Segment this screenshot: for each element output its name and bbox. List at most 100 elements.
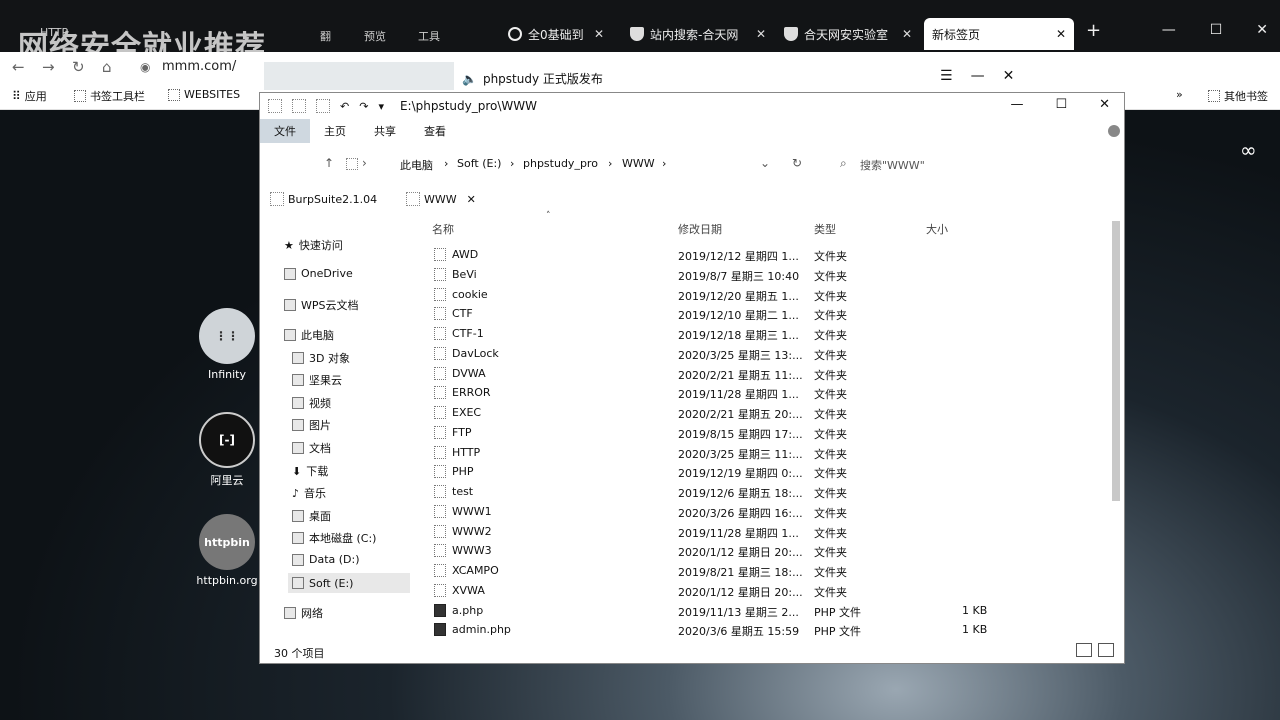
nav-drive-d[interactable]: Data (D:) [292, 553, 360, 566]
bookmark-folder[interactable]: 书签工具栏 [74, 88, 145, 104]
reload-icon[interactable]: ↻ [72, 58, 85, 76]
chevron-down-icon[interactable]: ⌄ [760, 156, 770, 170]
file-row[interactable]: EXEC 2020/2/21 星期五 20:... 文件夹 [430, 403, 1110, 423]
close-icon[interactable]: ✕ [467, 193, 476, 206]
browser-tab-active[interactable]: 新标签页 ✕ [924, 18, 1074, 50]
file-row[interactable]: BeVi 2019/8/7 星期三 10:40 文件夹 [430, 265, 1110, 285]
file-row[interactable]: WWW2 2019/11/28 星期四 1... 文件夹 [430, 522, 1110, 542]
nav-music[interactable]: ♪ 音乐 [292, 485, 326, 501]
file-row[interactable]: FTP 2019/8/15 星期四 17:... 文件夹 [430, 423, 1110, 443]
file-row[interactable]: WWW1 2020/3/26 星期四 16:... 文件夹 [430, 502, 1110, 522]
nav-wps-cloud[interactable]: WPS云文档 [284, 297, 359, 313]
close-icon[interactable]: ✕ [594, 27, 604, 41]
nav-quick-access[interactable]: ★ 快速访问 [284, 237, 343, 253]
file-row[interactable]: WWW3 2020/1/12 星期日 20:... 文件夹 [430, 541, 1110, 561]
nav-this-pc[interactable]: 此电脑 [284, 327, 334, 343]
tab-view[interactable]: 查看 [410, 119, 460, 143]
nav-drive-e[interactable]: Soft (E:) [288, 573, 410, 593]
nav-drive-c[interactable]: 本地磁盘 (C:) [292, 530, 376, 546]
file-row[interactable]: XVWA 2020/1/12 星期日 20:... 文件夹 [430, 581, 1110, 601]
shortcut-httpbin[interactable]: httpbin httpbin.org [192, 514, 262, 587]
back-arrow-icon[interactable]: ← [12, 58, 25, 76]
help-icon[interactable] [1108, 125, 1120, 137]
nav-3d-objects[interactable]: 3D 对象 [292, 350, 350, 366]
bookmark-apps[interactable]: ⠿ 应用 [12, 88, 47, 104]
nav-network[interactable]: 网络 [284, 605, 323, 621]
close-icon[interactable]: ✕ [756, 27, 766, 41]
browser-tab[interactable]: 合天网安实验室 ✕ [776, 18, 920, 50]
browser-tab[interactable]: 站内搜索-合天网 ✕ [622, 18, 774, 50]
nav-jianguoyun[interactable]: 坚果云 [292, 372, 342, 388]
file-row[interactable]: DVWA 2020/2/21 星期五 11:... 文件夹 [430, 364, 1110, 384]
new-tab-button[interactable]: + [1086, 20, 1101, 41]
maximize-icon[interactable]: ☐ [1210, 22, 1223, 38]
scrollbar[interactable] [1112, 221, 1120, 501]
close-icon[interactable]: ✕ [1099, 97, 1110, 112]
tab-home[interactable]: 主页 [310, 119, 360, 143]
other-bookmarks[interactable]: 其他书签 [1208, 88, 1268, 104]
undo-icon[interactable]: ↶ [340, 100, 349, 113]
home-icon[interactable]: ⌂ [102, 58, 112, 76]
nav-onedrive[interactable]: OneDrive [284, 267, 353, 280]
chevron-down-icon[interactable]: ▾ [378, 100, 384, 113]
close-icon[interactable]: ✕ [1056, 27, 1066, 41]
breadcrumb-item[interactable]: 此电脑 [400, 157, 433, 173]
close-icon[interactable]: ✕ [1256, 22, 1268, 38]
large-icons-view-icon[interactable] [1098, 643, 1114, 657]
file-row[interactable]: AWD 2019/12/12 星期四 1... 文件夹 [430, 245, 1110, 265]
breadcrumb-item[interactable]: WWW [622, 157, 655, 170]
nav-pictures[interactable]: 图片 [292, 417, 331, 433]
minimize-icon[interactable]: — [971, 68, 985, 84]
column-type[interactable]: 类型 [814, 221, 836, 237]
chevron-right-icon[interactable]: » [1176, 88, 1183, 101]
quick-tab[interactable]: BurpSuite2.1.04 [270, 192, 377, 206]
file-row[interactable]: DavLock 2020/3/25 星期三 13:... 文件夹 [430, 344, 1110, 364]
column-date[interactable]: 修改日期 [678, 221, 722, 237]
column-size[interactable]: 大小 [926, 221, 948, 237]
file-row[interactable]: test 2019/12/6 星期五 18:... 文件夹 [430, 482, 1110, 502]
tab-file[interactable]: 文件 [260, 119, 310, 143]
address-bar[interactable]: mmm.com/ [162, 59, 236, 74]
nav-documents[interactable]: 文档 [292, 440, 331, 456]
nav-downloads[interactable]: ⬇ 下载 [292, 463, 328, 479]
file-row[interactable]: CTF 2019/12/10 星期二 1... 文件夹 [430, 304, 1110, 324]
site-info-icon[interactable]: ◉ [140, 60, 150, 74]
checkbox-icon[interactable] [292, 99, 306, 113]
bookmark-folder[interactable]: WEBSITES [168, 88, 240, 101]
search-input[interactable]: 搜索"WWW" [860, 157, 925, 173]
notice-bar[interactable]: 🔈 phpstudy 正式版发布 [462, 70, 603, 87]
minimize-icon[interactable]: — [1162, 22, 1176, 38]
file-row[interactable]: PHP 2019/12/19 星期四 0:... 文件夹 [430, 462, 1110, 482]
file-row[interactable]: ERROR 2019/11/28 星期四 1... 文件夹 [430, 383, 1110, 403]
browser-tab[interactable]: 全0基础到 ✕ [500, 18, 612, 50]
up-arrow-icon[interactable]: ↑ [324, 156, 334, 170]
file-row[interactable]: HTTP 2020/3/25 星期三 11:... 文件夹 [430, 443, 1110, 463]
file-row[interactable]: XCAMPO 2019/8/21 星期三 18:... 文件夹 [430, 561, 1110, 581]
redo-icon[interactable]: ↷ [359, 100, 368, 113]
column-name[interactable]: 名称 [432, 221, 454, 237]
breadcrumb-item[interactable]: phpstudy_pro [523, 157, 598, 170]
menu-icon[interactable]: ☰ [940, 68, 953, 84]
file-row[interactable]: admin.php 2020/3/6 星期五 15:59 PHP 文件 1 KB [430, 620, 1110, 640]
nav-desktop[interactable]: 桌面 [292, 508, 331, 524]
forward-arrow-icon[interactable]: → [42, 58, 55, 76]
file-row[interactable]: CTF-1 2019/12/18 星期三 1... 文件夹 [430, 324, 1110, 344]
file-row[interactable]: cookie 2019/12/20 星期五 1... 文件夹 [430, 285, 1110, 305]
folder-icon [434, 425, 446, 439]
breadcrumb-item[interactable]: Soft (E:) [457, 157, 501, 170]
nav-videos[interactable]: 视频 [292, 395, 331, 411]
properties-icon[interactable] [268, 99, 282, 113]
refresh-icon[interactable]: ↻ [792, 156, 802, 170]
power-icon [508, 27, 522, 41]
close-icon[interactable]: ✕ [1003, 68, 1015, 84]
quick-tab[interactable]: WWW ✕ [406, 192, 476, 206]
minimize-icon[interactable]: — [1010, 97, 1023, 112]
details-view-icon[interactable] [1076, 643, 1092, 657]
file-row[interactable]: a.php 2019/11/13 星期三 2... PHP 文件 1 KB [430, 601, 1110, 621]
folder-icon[interactable] [316, 99, 330, 113]
maximize-icon[interactable]: ☐ [1055, 97, 1067, 112]
shortcut-infinity[interactable]: ⋮⋮ Infinity [192, 308, 262, 381]
close-icon[interactable]: ✕ [902, 27, 912, 41]
tab-share[interactable]: 共享 [360, 119, 410, 143]
shortcut-aliyun[interactable]: [-] 阿里云 [192, 412, 262, 488]
